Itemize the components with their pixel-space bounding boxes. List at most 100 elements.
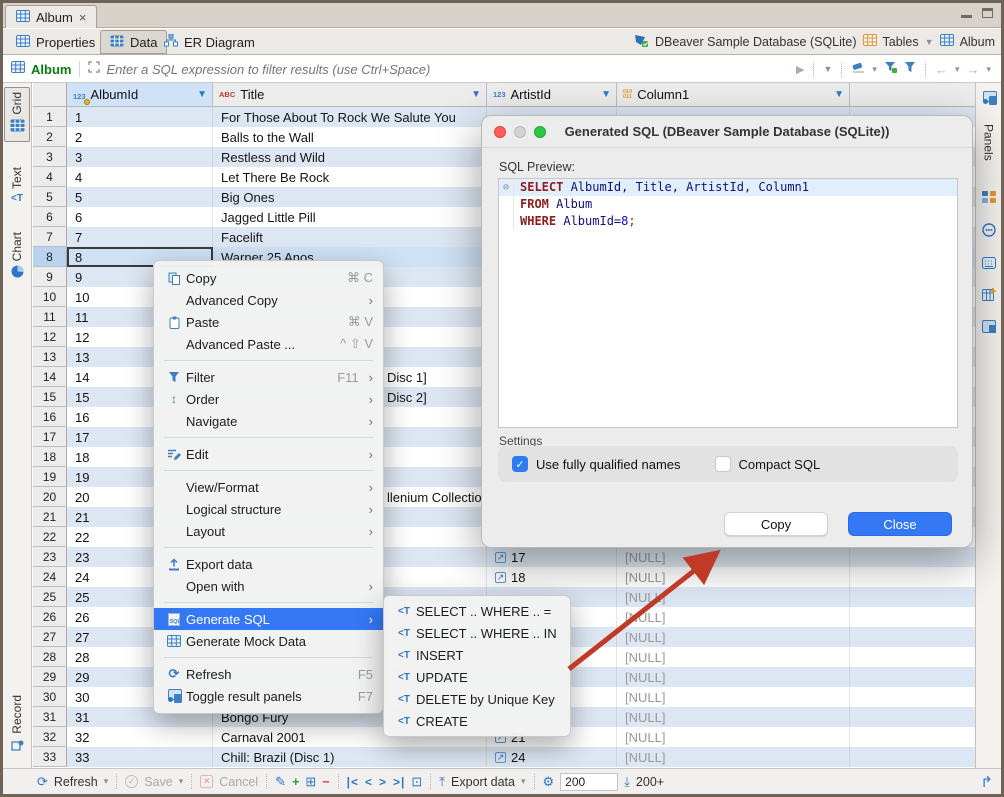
cell-column1[interactable]: [NULL] bbox=[617, 747, 850, 767]
next-row-icon[interactable]: > bbox=[379, 775, 387, 789]
chevron-down-icon[interactable]: ▾ bbox=[104, 776, 109, 787]
row-number-cell[interactable]: 5 bbox=[33, 187, 67, 207]
cell-albumid[interactable]: 6 bbox=[67, 207, 213, 227]
cancel-button[interactable]: Cancel bbox=[219, 775, 258, 789]
cell-albumid[interactable]: 2 bbox=[67, 127, 213, 147]
row-number-cell[interactable]: 15 bbox=[33, 387, 67, 407]
close-icon[interactable]: × bbox=[79, 10, 87, 25]
row-number-cell[interactable]: 31 bbox=[33, 707, 67, 727]
switch-presentation-icon[interactable]: ↱ bbox=[980, 773, 993, 791]
cell-title[interactable]: Let There Be Rock bbox=[213, 167, 487, 187]
row-number-cell[interactable]: 16 bbox=[33, 407, 67, 427]
tab-er-diagram[interactable]: ER Diagram bbox=[155, 30, 264, 54]
close-button[interactable]: Close bbox=[848, 512, 952, 536]
sql-filter-input[interactable] bbox=[100, 62, 796, 77]
cell-title[interactable]: Balls to the Wall bbox=[213, 127, 487, 147]
tab-properties[interactable]: Properties bbox=[7, 30, 104, 54]
menu-item-generate-mock-data[interactable]: Generate Mock Data bbox=[154, 630, 383, 652]
row-number-cell[interactable]: 32 bbox=[33, 727, 67, 747]
menu-item-advanced-paste[interactable]: Advanced Paste ...^ ⇧ V bbox=[154, 333, 383, 355]
menu-item-filter[interactable]: FilterF11› bbox=[154, 366, 383, 388]
row-number-cell[interactable]: 29 bbox=[33, 667, 67, 687]
cell-column1[interactable]: [NULL] bbox=[617, 667, 850, 687]
menu-item-view-format[interactable]: View/Format› bbox=[154, 476, 383, 498]
cell-albumid[interactable]: 3 bbox=[67, 147, 213, 167]
presentation-text[interactable]: Text <T bbox=[4, 163, 30, 208]
row-number-cell[interactable]: 4 bbox=[33, 167, 67, 187]
column-header-title[interactable]: ABC Title ▼ bbox=[213, 83, 487, 106]
cell-albumid[interactable]: 1 bbox=[67, 107, 213, 127]
menu-item-order[interactable]: ↕Order› bbox=[154, 388, 383, 410]
cell-column1[interactable]: [NULL] bbox=[617, 727, 850, 747]
first-row-icon[interactable]: |< bbox=[347, 775, 359, 789]
chevron-down-icon[interactable]: ▼ bbox=[925, 37, 934, 47]
chevron-down-icon[interactable]: ▾ bbox=[872, 64, 877, 75]
row-number-cell[interactable]: 22 bbox=[33, 527, 67, 547]
panels-icon[interactable] bbox=[981, 91, 997, 110]
minimize-icon[interactable] bbox=[961, 15, 972, 18]
row-number-cell[interactable]: 12 bbox=[33, 327, 67, 347]
fold-marker[interactable]: ⊖ bbox=[499, 179, 514, 196]
menu-item-paste[interactable]: Paste⌘ V bbox=[154, 311, 383, 333]
duplicate-row-icon[interactable]: ⊞ bbox=[305, 774, 316, 790]
row-number-cell[interactable]: 9 bbox=[33, 267, 67, 287]
filter-history-icon[interactable]: ▼ bbox=[823, 64, 832, 74]
eraser-icon[interactable] bbox=[851, 60, 865, 78]
cell-filler[interactable] bbox=[850, 707, 975, 727]
delete-row-icon[interactable]: − bbox=[322, 775, 329, 789]
sort-dropdown-icon[interactable]: ▼ bbox=[197, 89, 207, 100]
database-name[interactable]: DBeaver Sample Database (SQLite) bbox=[655, 35, 856, 49]
row-number-header[interactable] bbox=[33, 83, 67, 106]
row-number-cell[interactable]: 28 bbox=[33, 647, 67, 667]
row-number-cell[interactable]: 19 bbox=[33, 467, 67, 487]
maximize-icon[interactable] bbox=[982, 8, 993, 18]
submenu-item-create[interactable]: <TCREATE bbox=[384, 710, 570, 732]
menu-item-generate-sql[interactable]: SQLGenerate SQL› bbox=[154, 608, 383, 630]
cell-filler[interactable] bbox=[850, 747, 975, 767]
row-number-cell[interactable]: 6 bbox=[33, 207, 67, 227]
cell-filler[interactable] bbox=[850, 687, 975, 707]
cell-title[interactable]: Restless and Wild bbox=[213, 147, 487, 167]
cell-artistid[interactable]: ↗17 bbox=[487, 547, 617, 567]
row-number-cell[interactable]: 26 bbox=[33, 607, 67, 627]
row-number-cell[interactable]: 24 bbox=[33, 567, 67, 587]
cell-title[interactable]: Facelift bbox=[213, 227, 487, 247]
cell-albumid[interactable]: 4 bbox=[67, 167, 213, 187]
fetch-more-label[interactable]: 200+ bbox=[636, 775, 664, 789]
menu-item-logical-structure[interactable]: Logical structure› bbox=[154, 498, 383, 520]
menu-item-navigate[interactable]: Navigate› bbox=[154, 410, 383, 432]
column-header-column1[interactable]: 010011 Column1 ▼ bbox=[617, 83, 850, 106]
edit-cell-icon[interactable]: ✎ bbox=[275, 774, 286, 790]
refresh-icon[interactable]: ⟳ bbox=[37, 774, 48, 790]
cell-filler[interactable] bbox=[850, 727, 975, 747]
apply-filter-icon[interactable]: ▶ bbox=[796, 63, 804, 76]
submenu-item-select-where-in[interactable]: <TSELECT .. WHERE .. IN bbox=[384, 622, 570, 644]
row-number-cell[interactable]: 23 bbox=[33, 547, 67, 567]
cell-albumid[interactable]: 32 bbox=[67, 727, 213, 747]
grouping-panel-icon[interactable] bbox=[982, 191, 996, 209]
sort-dropdown-icon[interactable]: ▼ bbox=[471, 89, 481, 100]
cell-title[interactable]: Big Ones bbox=[213, 187, 487, 207]
forward-arrow-icon[interactable]: → bbox=[966, 62, 979, 77]
cell-albumid[interactable]: 5 bbox=[67, 187, 213, 207]
row-number-cell[interactable]: 33 bbox=[33, 747, 67, 767]
fold-marker[interactable] bbox=[499, 196, 514, 213]
cell-filler[interactable] bbox=[850, 647, 975, 667]
cell-artistid[interactable]: ↗18 bbox=[487, 567, 617, 587]
dialog-minimize-icon[interactable] bbox=[514, 126, 526, 138]
cell-title[interactable]: For Those About To Rock We Salute You bbox=[213, 107, 487, 127]
references-panel-icon[interactable] bbox=[982, 320, 996, 338]
submenu-item-select-where[interactable]: <TSELECT .. WHERE .. = bbox=[384, 600, 570, 622]
sort-dropdown-icon[interactable]: ▼ bbox=[601, 89, 611, 100]
presentation-record[interactable]: Record bbox=[4, 691, 30, 760]
cell-filler[interactable] bbox=[850, 567, 975, 587]
expand-icon[interactable] bbox=[88, 60, 100, 78]
add-row-icon[interactable]: + bbox=[292, 775, 299, 789]
column-header-albumid[interactable]: 123 AlbumId ▼ bbox=[67, 83, 213, 106]
cell-column1[interactable]: [NULL] bbox=[617, 687, 850, 707]
cell-albumid[interactable]: 33 bbox=[67, 747, 213, 767]
cell-column1[interactable]: [NULL] bbox=[617, 607, 850, 627]
value-viewer-icon[interactable] bbox=[982, 223, 996, 242]
chevron-down-icon[interactable]: ▾ bbox=[521, 776, 526, 787]
menu-item-layout[interactable]: Layout› bbox=[154, 520, 383, 542]
